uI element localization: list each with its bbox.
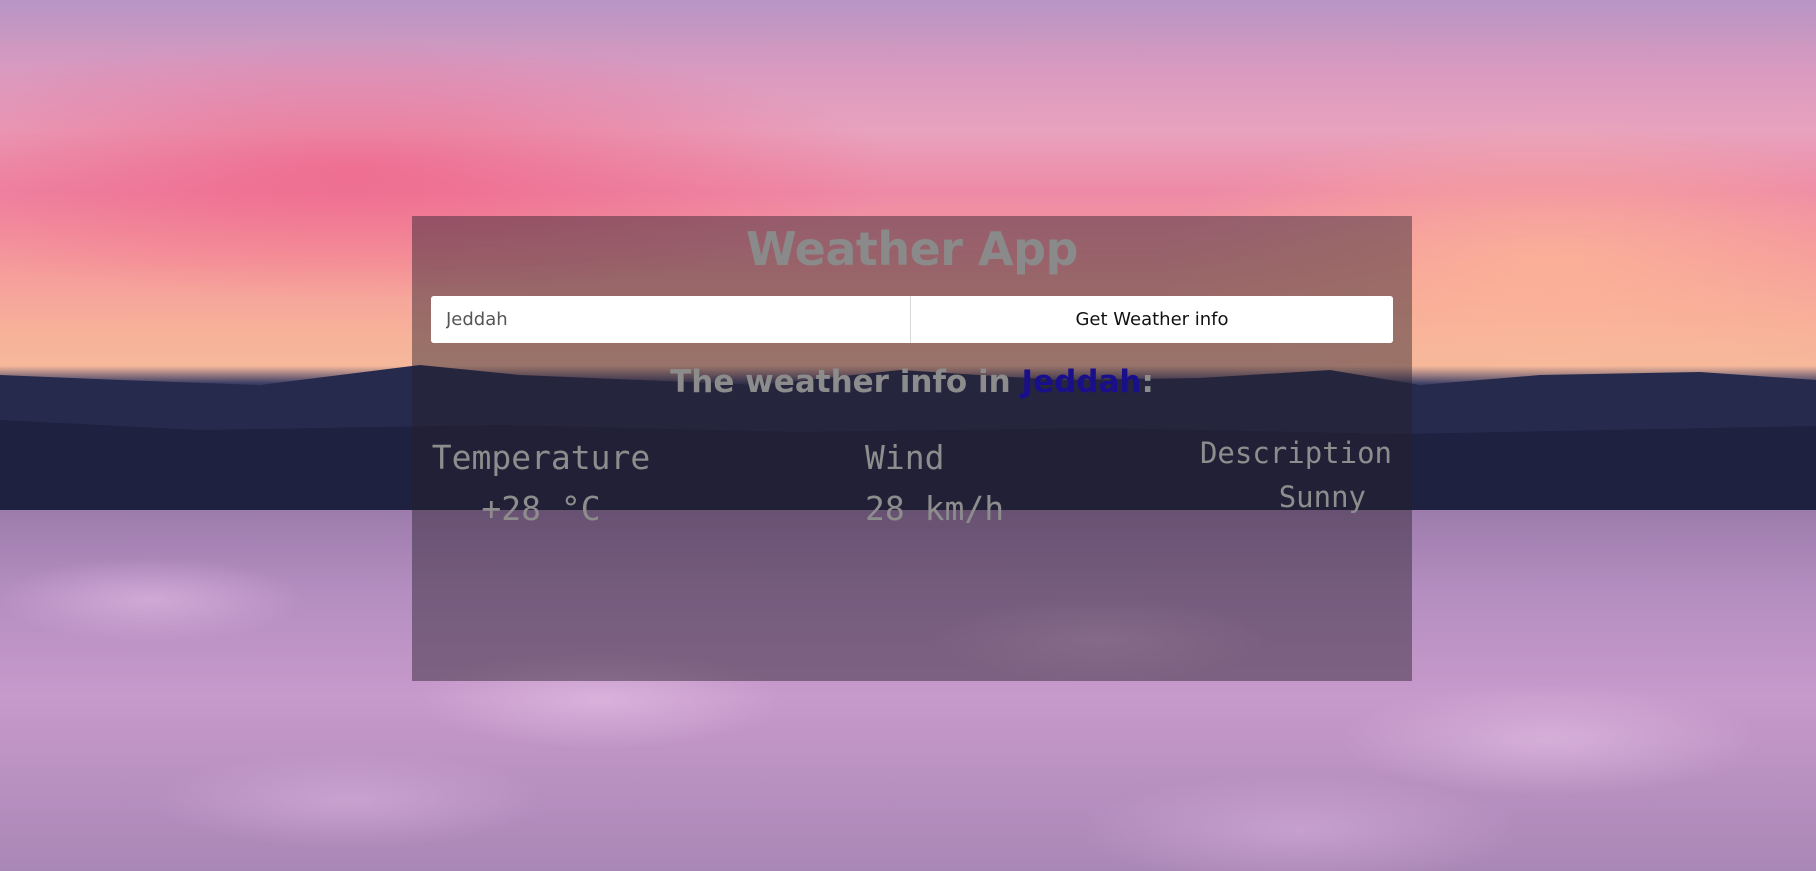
get-weather-button[interactable]: Get Weather info xyxy=(911,296,1393,343)
description-label: Description xyxy=(1199,436,1392,470)
heading-prefix: The weather info in xyxy=(670,364,1022,400)
city-input[interactable] xyxy=(431,296,911,343)
background-scene: Weather App Get Weather info The weather… xyxy=(0,0,1816,871)
search-form: Get Weather info xyxy=(431,296,1393,343)
temperature-label: Temperature xyxy=(431,438,651,477)
app-title: Weather App xyxy=(746,222,1078,276)
description-value: Sunny xyxy=(1278,480,1366,514)
city-name: Jeddah xyxy=(1021,364,1142,400)
temperature-value: +28 °C xyxy=(481,489,601,528)
weather-panel: Weather App Get Weather info The weather… xyxy=(412,216,1412,681)
weather-info-heading: The weather info in Jeddah: xyxy=(412,364,1412,400)
wind-label: Wind xyxy=(865,438,945,477)
temperature-stat: Temperature +28 °C xyxy=(431,438,651,528)
wind-stat: Wind 28 km/h xyxy=(865,438,1105,528)
wind-value: 28 km/h xyxy=(865,489,1005,528)
heading-suffix: : xyxy=(1141,364,1154,400)
description-stat: Description Sunny xyxy=(1192,436,1392,514)
